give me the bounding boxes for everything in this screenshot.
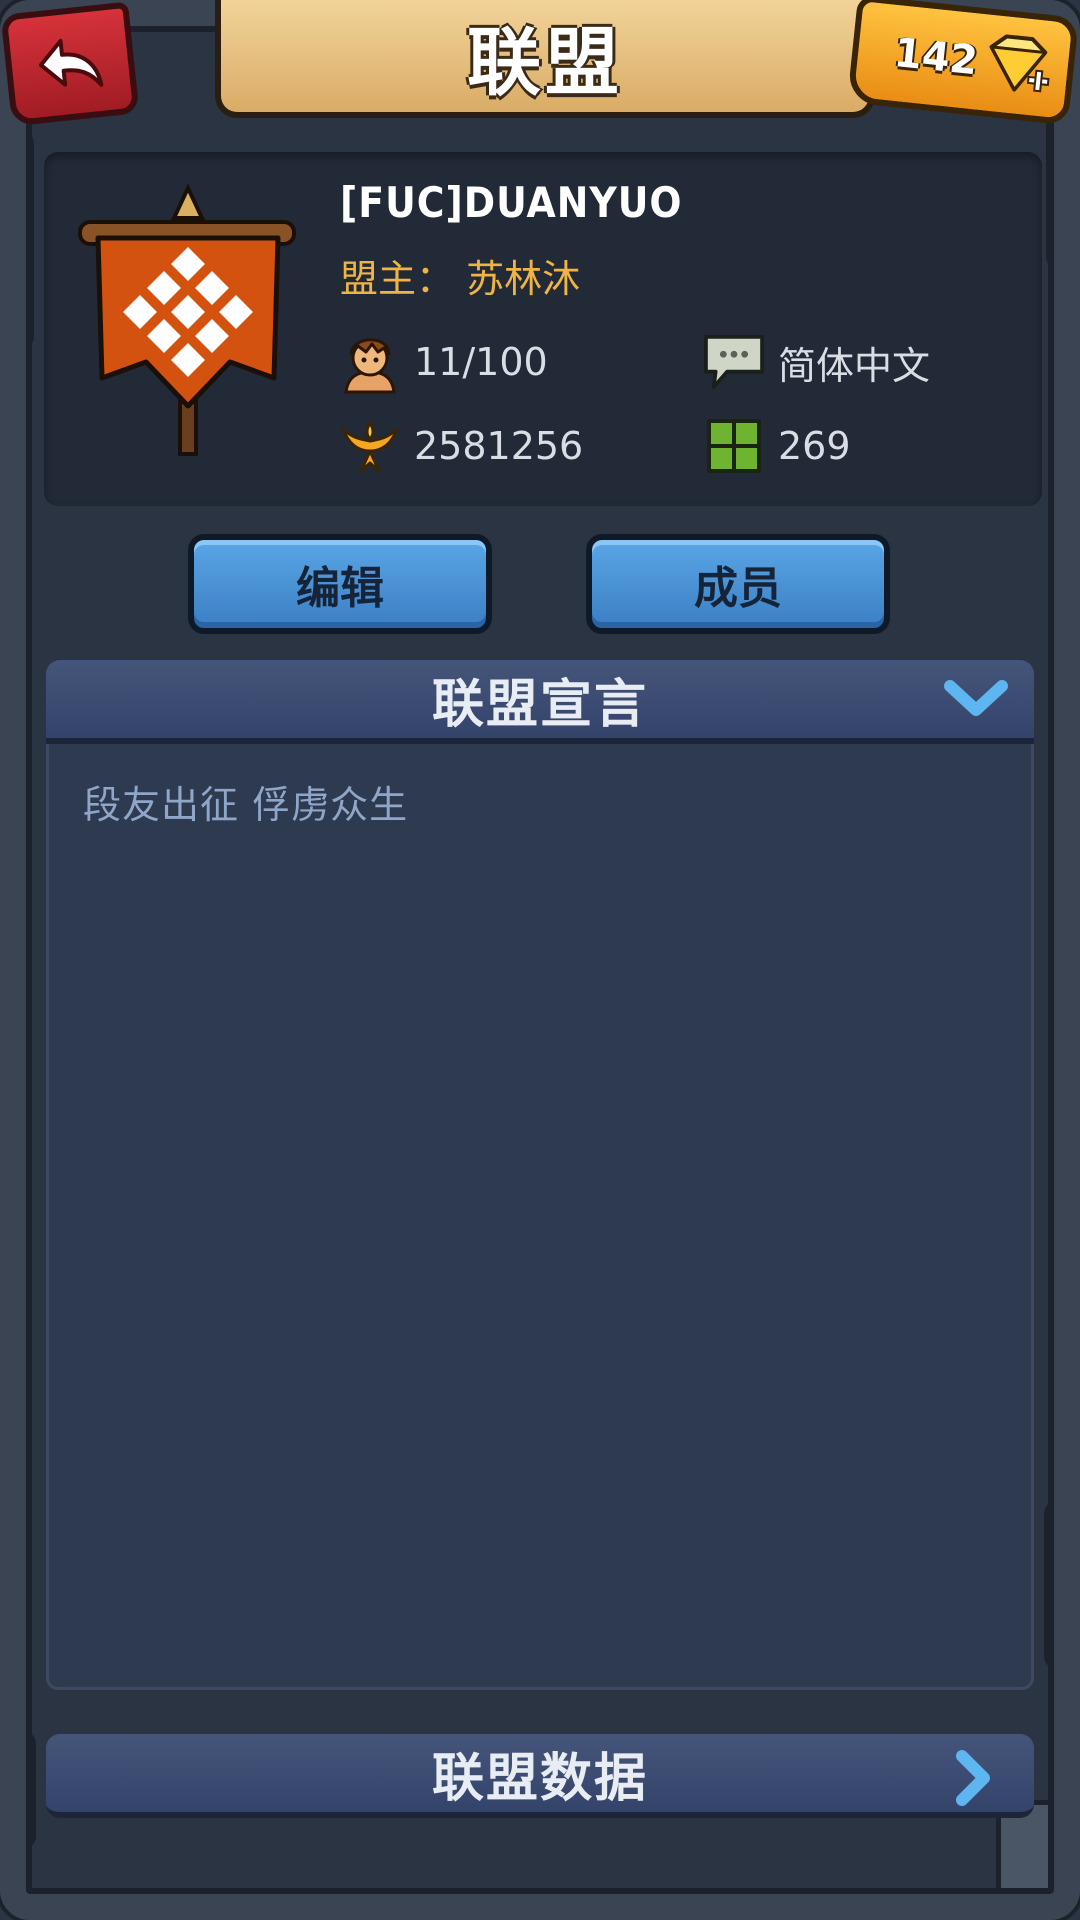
chevron-down-icon [944, 680, 1008, 716]
back-button[interactable] [0, 1, 140, 127]
phoenix-icon [338, 414, 402, 478]
gem-count: 142 [891, 29, 980, 85]
alliance-banner-icon [78, 183, 296, 456]
frame-rock [0, 740, 28, 900]
alliance-leader: 盟主： 苏林沐 [340, 248, 580, 303]
member-count-stat: 11/100 [338, 330, 548, 394]
alliance-name: [FUC]DUANYUO [340, 178, 683, 227]
frame-rock [1046, 110, 1080, 270]
manifesto-text: 段友出征 俘虏众生 [83, 783, 409, 827]
members-button[interactable]: 成员 [586, 534, 890, 634]
member-avatar-icon [338, 330, 402, 394]
power-value: 2581256 [414, 424, 584, 468]
frame-rock [0, 1730, 36, 1850]
gem-counter[interactable]: 142 [846, 0, 1080, 126]
manifesto-body: 段友出征 俘虏众生 [46, 744, 1034, 1690]
alliance-data-title: 联盟数据 [431, 1748, 648, 1809]
alliance-info-card: [FUC]DUANYUO 盟主： 苏林沐 11/100 简体中文 2581256… [44, 152, 1042, 506]
member-count: 11/100 [414, 340, 548, 384]
power-stat: 2581256 [338, 414, 583, 478]
alliance-screen: 联盟 142 [FUC]DUANYUO 盟主： 苏林沐 11/100 简体中文 … [0, 0, 1080, 1920]
edit-button[interactable]: 编辑 [188, 534, 492, 634]
territory-grid-icon [702, 414, 766, 478]
title-banner: 联盟 [215, 0, 875, 118]
page-title: 联盟 [467, 19, 623, 106]
territory-value: 269 [778, 424, 851, 468]
language-stat: 简体中文 [702, 330, 930, 394]
back-arrow-icon [38, 38, 104, 87]
frame-rock [0, 130, 34, 350]
leader-name: 苏林沐 [466, 257, 581, 301]
manifesto-header[interactable]: 联盟宣言 [46, 660, 1034, 744]
manifesto-title: 联盟宣言 [431, 674, 648, 735]
frame-rock [1044, 1500, 1080, 1670]
language-value: 简体中文 [778, 343, 931, 388]
territory-stat: 269 [702, 414, 851, 478]
alliance-data-button[interactable]: 联盟数据 [46, 1734, 1034, 1818]
gem-plus-icon [989, 34, 1050, 93]
chevron-right-icon [956, 1750, 990, 1806]
leader-label: 盟主： [340, 257, 455, 301]
chat-bubble-icon [702, 330, 766, 394]
